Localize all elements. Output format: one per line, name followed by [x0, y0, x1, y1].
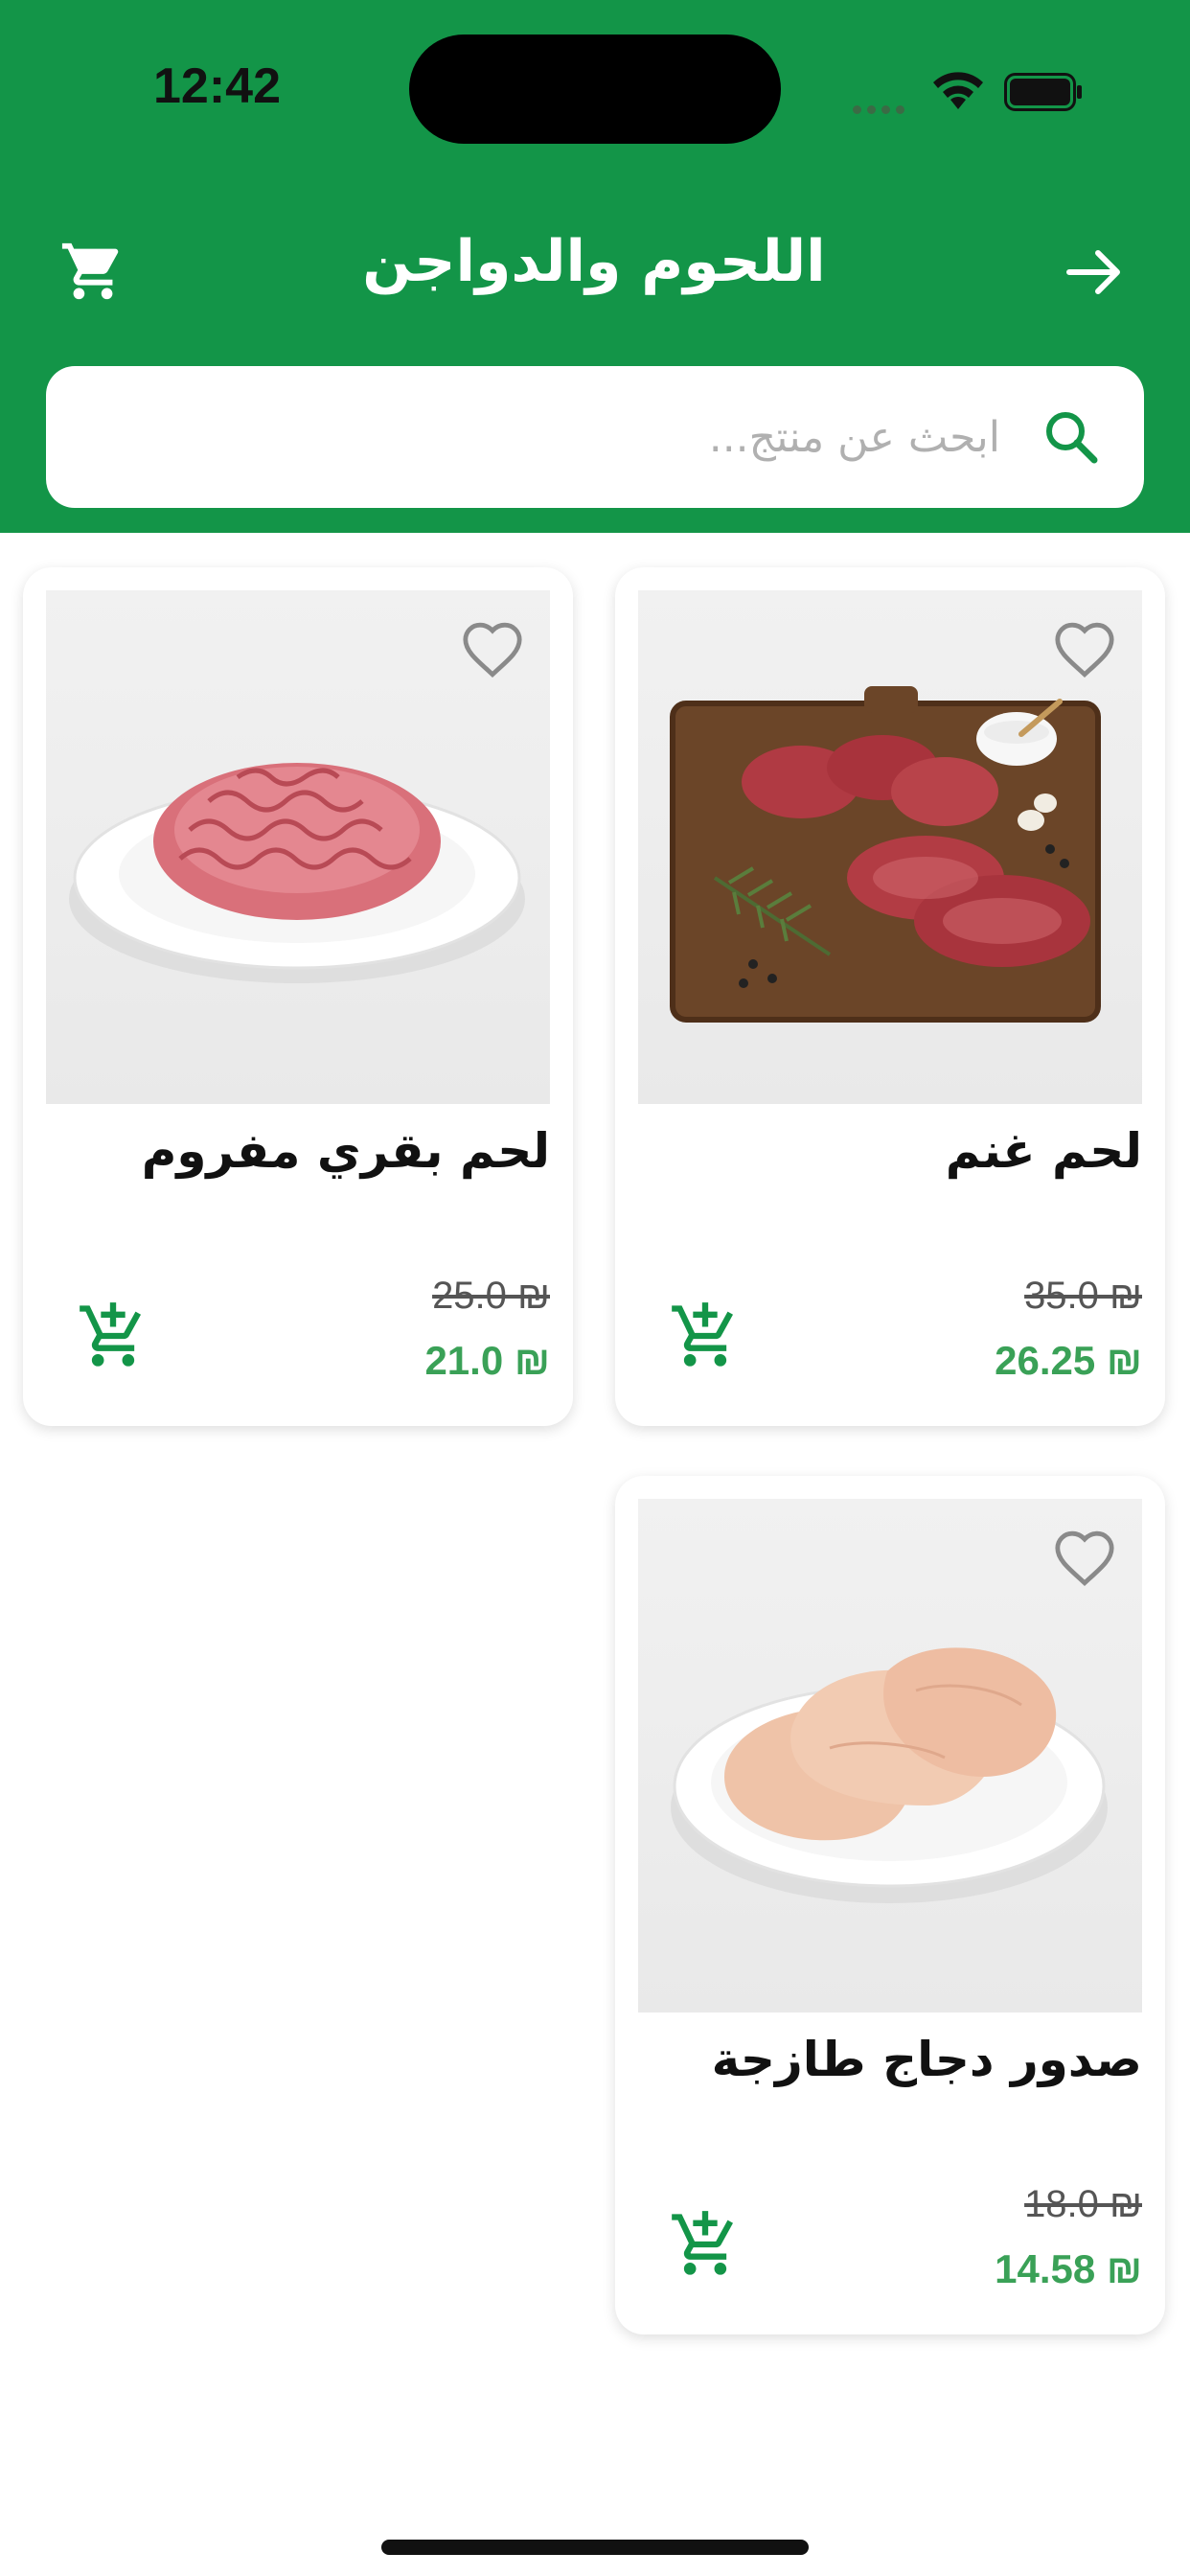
page-title: اللحوم والدواجن — [362, 228, 826, 295]
product-card[interactable]: لحم غنم 35.0 ₪ 26.25 ₪ — [615, 567, 1165, 1426]
old-price: 25.0 ₪ — [432, 1275, 550, 1317]
product-name: لحم غنم — [945, 1123, 1142, 1179]
wifi-icon — [933, 72, 983, 109]
cart-button[interactable] — [59, 238, 126, 305]
product-image[interactable] — [638, 1499, 1142, 2012]
heart-icon — [463, 622, 522, 678]
product-image[interactable] — [46, 590, 550, 1104]
add-cart-icon — [672, 1302, 734, 1367]
current-price: 26.25 ₪ — [995, 1338, 1142, 1383]
home-indicator[interactable] — [381, 2540, 809, 2555]
arrow-right-icon — [1066, 250, 1120, 294]
app-header: 12:42 اللحوم والدواجن — [0, 0, 1190, 533]
product-card[interactable]: لحم بقري مفروم 25.0 ₪ 21.0 ₪ — [23, 567, 573, 1426]
screen: 12:42 اللحوم والدواجن ابحث عن منتج... لح… — [0, 0, 1190, 2576]
search-bar — [46, 366, 1144, 508]
product-name: صدور دجاج طازجة — [711, 2032, 1142, 2087]
add-to-cart-button[interactable] — [77, 1300, 149, 1372]
current-price: 21.0 ₪ — [424, 1338, 550, 1383]
add-cart-icon — [80, 1302, 142, 1367]
back-button[interactable] — [1064, 242, 1125, 303]
product-name: لحم بقري مفروم — [141, 1123, 550, 1179]
favorite-button[interactable] — [1052, 619, 1117, 678]
dynamic-island — [409, 34, 781, 144]
old-price: 35.0 ₪ — [1024, 1275, 1142, 1317]
cart-icon — [61, 242, 119, 300]
search-icon[interactable] — [1041, 406, 1102, 468]
heart-icon — [1055, 622, 1114, 678]
product-card[interactable]: صدور دجاج طازجة 18.0 ₪ 14.58 ₪ — [615, 1476, 1165, 2334]
favorite-button[interactable] — [1052, 1528, 1117, 1587]
status-icons — [853, 63, 1092, 117]
status-time: 12:42 — [153, 58, 281, 114]
heart-icon — [1055, 1530, 1114, 1587]
add-cart-icon — [672, 2211, 734, 2275]
old-price: 18.0 ₪ — [1024, 2183, 1142, 2225]
battery-icon — [1004, 73, 1082, 111]
current-price: 14.58 ₪ — [995, 2246, 1142, 2291]
add-to-cart-button[interactable] — [669, 1300, 742, 1372]
add-to-cart-button[interactable] — [669, 2208, 742, 2281]
signal-icon — [853, 100, 910, 118]
favorite-button[interactable] — [460, 619, 525, 678]
product-image[interactable] — [638, 590, 1142, 1104]
search-input[interactable] — [138, 401, 1000, 473]
